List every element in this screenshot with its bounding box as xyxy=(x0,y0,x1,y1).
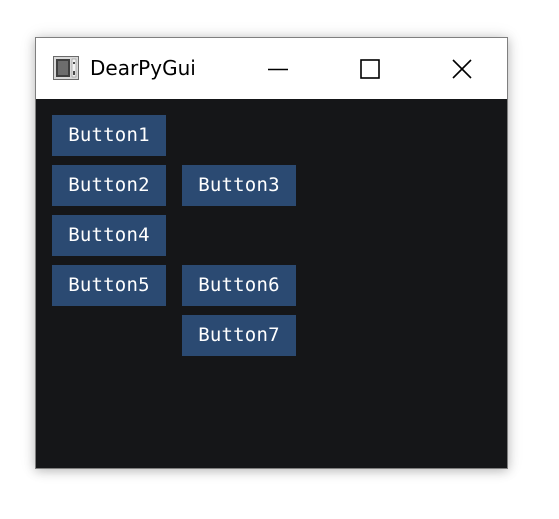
window-title: DearPyGui xyxy=(90,56,196,80)
minimize-button[interactable] xyxy=(232,38,324,99)
button-2[interactable]: Button2 xyxy=(52,165,166,206)
button-7[interactable]: Button7 xyxy=(182,315,296,356)
minimize-icon xyxy=(268,68,288,70)
app-window: DearPyGui Button1 Button2 Button3 Button… xyxy=(35,37,508,469)
maximize-icon xyxy=(360,58,380,79)
button-4[interactable]: Button4 xyxy=(52,215,166,256)
title-bar[interactable]: DearPyGui xyxy=(36,38,507,99)
button-1[interactable]: Button1 xyxy=(52,115,166,156)
app-icon xyxy=(53,56,79,80)
button-5[interactable]: Button5 xyxy=(52,265,166,306)
maximize-button[interactable] xyxy=(324,38,416,99)
button-3[interactable]: Button3 xyxy=(182,165,296,206)
client-area: Button1 Button2 Button3 Button4 Button5 … xyxy=(36,99,507,468)
close-button[interactable] xyxy=(416,38,508,99)
button-6[interactable]: Button6 xyxy=(182,265,296,306)
close-icon xyxy=(452,58,472,79)
desktop-background: DearPyGui Button1 Button2 Button3 Button… xyxy=(0,0,559,519)
